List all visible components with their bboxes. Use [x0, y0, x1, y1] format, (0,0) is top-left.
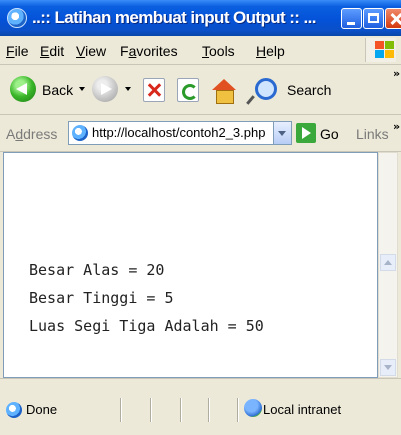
logo-blue [375, 50, 384, 58]
status-divider [180, 398, 182, 422]
scroll-up-icon[interactable] [380, 254, 396, 271]
address-label-accel: d [15, 126, 24, 142]
menu-help-accel: H [256, 43, 267, 59]
menu-tools-label: ools [209, 43, 235, 59]
menu-view[interactable]: View [76, 43, 106, 59]
address-input[interactable]: http://localhost/contoh2_3.php [68, 121, 292, 145]
content-line-luas: Luas Segi Tiga Adalah = 50 [29, 317, 264, 335]
links-overflow-icon[interactable]: » [393, 120, 400, 133]
address-label-rest: dress [23, 126, 58, 142]
forward-arrow-icon[interactable] [92, 76, 118, 102]
home-icon[interactable] [212, 79, 236, 90]
window-title: ..:: Latihan membuat input Output :: ... [32, 8, 316, 27]
refresh-icon[interactable] [177, 78, 199, 102]
page-icon [72, 125, 88, 141]
address-dropdown-icon[interactable] [273, 122, 291, 144]
standard-toolbar: Back Search » [0, 65, 401, 115]
home-icon-body[interactable] [216, 90, 234, 104]
address-url[interactable]: http://localhost/contoh2_3.php [92, 125, 272, 140]
address-bar: Address http://localhost/contoh2_3.php G… [0, 115, 401, 152]
content-line-tinggi: Besar Tinggi = 5 [29, 289, 174, 307]
address-label-pre: A [6, 126, 16, 142]
zone-label: Local intranet [263, 402, 342, 417]
page-content: Besar Alas = 20 Besar Tinggi = 5 Luas Se… [3, 152, 378, 378]
back-arrow-icon[interactable] [10, 76, 36, 102]
intranet-zone-icon [244, 399, 262, 417]
logo-green [385, 41, 394, 49]
stop-icon[interactable] [143, 78, 165, 102]
windows-logo-icon [365, 38, 396, 62]
menu-bar: File Edit View Favorites Tools Help [0, 36, 401, 65]
back-button-label[interactable]: Back [42, 82, 73, 98]
menu-favorites[interactable]: Favorites [120, 43, 178, 59]
menu-edit-accel: E [40, 43, 50, 59]
menu-tools-accel: T [202, 43, 209, 59]
maximize-button[interactable] [363, 8, 384, 29]
menu-file-accel: F [6, 43, 15, 59]
minimize-button[interactable] [341, 8, 362, 29]
search-icon[interactable] [255, 78, 277, 100]
title-bar[interactable]: ..:: Latihan membuat input Output :: ... [0, 0, 401, 36]
search-button-label[interactable]: Search [287, 82, 331, 98]
scroll-down-icon[interactable] [380, 359, 396, 376]
address-label: Address [6, 126, 57, 142]
ie-icon [7, 8, 27, 28]
status-bar: Done Local intranet [0, 378, 401, 435]
menu-file-label: ile [14, 43, 29, 59]
status-divider [208, 398, 210, 422]
status-divider [150, 398, 152, 422]
go-arrow-icon[interactable] [296, 123, 316, 143]
toolbar-overflow-icon[interactable]: » [393, 67, 400, 80]
go-button-label[interactable]: Go [320, 126, 339, 142]
links-label[interactable]: Links [356, 126, 389, 142]
menu-help-label: elp [266, 43, 285, 59]
menu-favorites-pre: F [120, 43, 129, 59]
menu-file[interactable]: File [6, 43, 29, 59]
logo-yellow [385, 50, 394, 58]
menu-help[interactable]: Help [256, 43, 285, 59]
logo-red [375, 41, 384, 49]
menu-tools[interactable]: Tools [202, 43, 235, 59]
menu-view-label: iew [85, 43, 107, 59]
forward-dropdown-icon[interactable] [125, 87, 131, 91]
status-text: Done [26, 402, 58, 417]
menu-edit-label: dit [49, 43, 65, 59]
status-page-icon [6, 402, 22, 418]
close-button[interactable] [385, 8, 401, 29]
vertical-scrollbar[interactable] [378, 152, 398, 378]
menu-view-accel: V [76, 43, 86, 59]
content-line-alas: Besar Alas = 20 [29, 261, 165, 279]
menu-favorites-label: vorites [136, 43, 178, 59]
browser-window: ..:: Latihan membuat input Output :: ...… [0, 0, 401, 435]
status-divider [237, 398, 239, 422]
menu-edit[interactable]: Edit [40, 43, 64, 59]
back-dropdown-icon[interactable] [79, 87, 85, 91]
status-divider [120, 398, 122, 422]
